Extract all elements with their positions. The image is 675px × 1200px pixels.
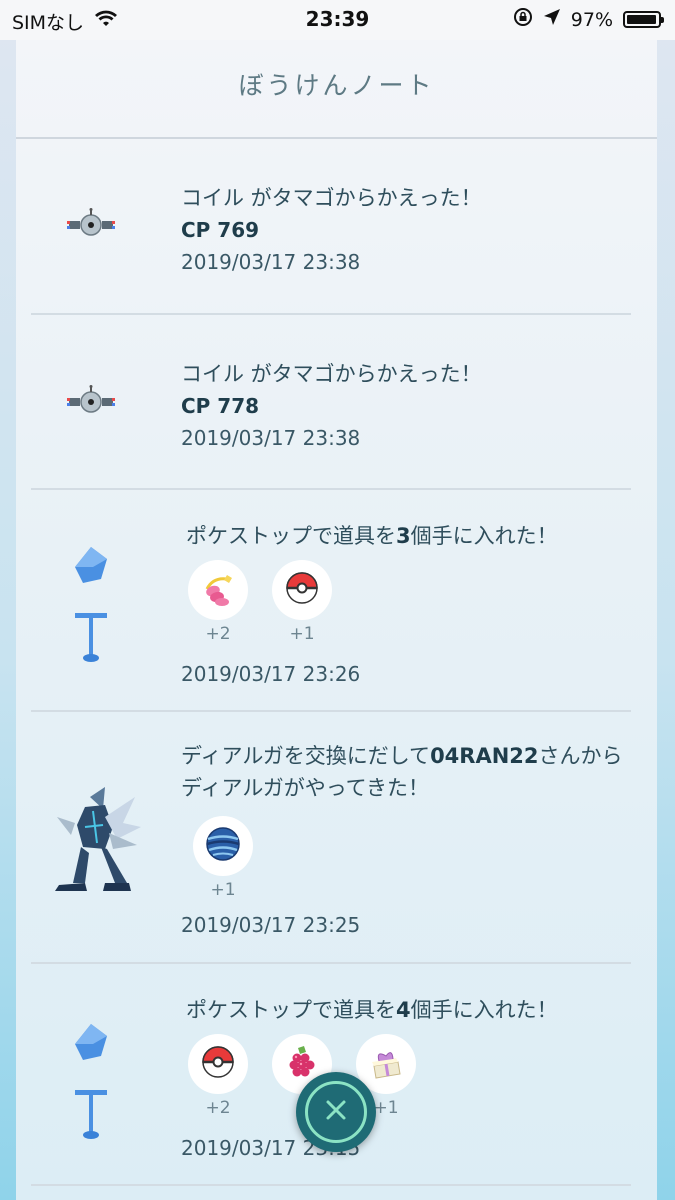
item-count: +2 <box>205 624 231 644</box>
entry-date: 2019/03/17 23:25 <box>181 913 361 937</box>
pokestop-icon <box>71 1022 111 1146</box>
journal-panel: ぼうけんノート コイル がタマゴからかえった！ CP 769 2019/03/1… <box>16 40 657 1200</box>
dialga-icon <box>45 787 145 903</box>
location-arrow-icon <box>543 8 561 31</box>
journal-entry[interactable]: ポケストップで道具を3個手に入れた！ +2 +1 2019/03/17 23:2… <box>31 490 631 712</box>
reward-items: +2 +1 <box>188 1034 631 1118</box>
dive-ball-icon <box>205 826 241 866</box>
entry-date: 2019/03/17 23:38 <box>181 426 361 450</box>
reward-item: +2 <box>188 1034 248 1118</box>
reward-item: +2 <box>188 560 248 644</box>
poke-ball-icon <box>285 571 319 609</box>
item-count: +1 <box>289 624 315 644</box>
entry-title: ポケストップで道具を4個手に入れた！ <box>186 998 558 1022</box>
gift-icon <box>368 1044 404 1084</box>
entry-title: ディアルガを交換にだして04RAN22さんからディアルガがやってきた！ <box>181 744 623 800</box>
battery-percent: 97% <box>570 8 613 31</box>
journal-entry[interactable]: コイル がタマゴからかえった！ CP 778 2019/03/17 23:38 <box>31 315 631 490</box>
item-count: +2 <box>205 1098 231 1118</box>
battery-icon <box>623 11 664 28</box>
entry-title: コイル がタマゴからかえった！ <box>181 362 482 386</box>
pinap-berry-icon <box>199 569 237 611</box>
orientation-lock-icon <box>513 7 533 32</box>
poke-ball-icon <box>201 1045 235 1083</box>
close-button[interactable] <box>296 1072 376 1152</box>
reward-item: +1 <box>272 560 332 644</box>
entry-date: 2019/03/17 23:26 <box>181 662 361 686</box>
entry-cp: CP 769 <box>181 218 260 242</box>
journal-entry[interactable]: コイル がタマゴからかえった！ CP 769 2019/03/17 23:38 <box>31 140 631 315</box>
reward-items: +1 <box>193 816 631 900</box>
reward-items: +2 +1 <box>188 560 631 644</box>
reward-item: +1 <box>193 816 253 900</box>
pokestop-icon <box>71 545 111 669</box>
magnemite-icon <box>66 208 116 246</box>
page-title: ぼうけんノート <box>16 40 657 139</box>
item-count: +1 <box>210 880 236 900</box>
status-bar: SIMなし 23:39 97% <box>0 0 675 40</box>
entry-cp: CP 778 <box>181 394 260 418</box>
entry-title: コイル がタマゴからかえった！ <box>181 186 482 210</box>
entry-title: ポケストップで道具を3個手に入れた！ <box>186 524 558 548</box>
entry-date: 2019/03/17 23:38 <box>181 250 361 274</box>
journal-entry[interactable]: ディアルガを交換にだして04RAN22さんからディアルガがやってきた！ +1 2… <box>31 712 631 964</box>
magnemite-icon <box>66 385 116 423</box>
close-icon <box>325 1099 347 1125</box>
